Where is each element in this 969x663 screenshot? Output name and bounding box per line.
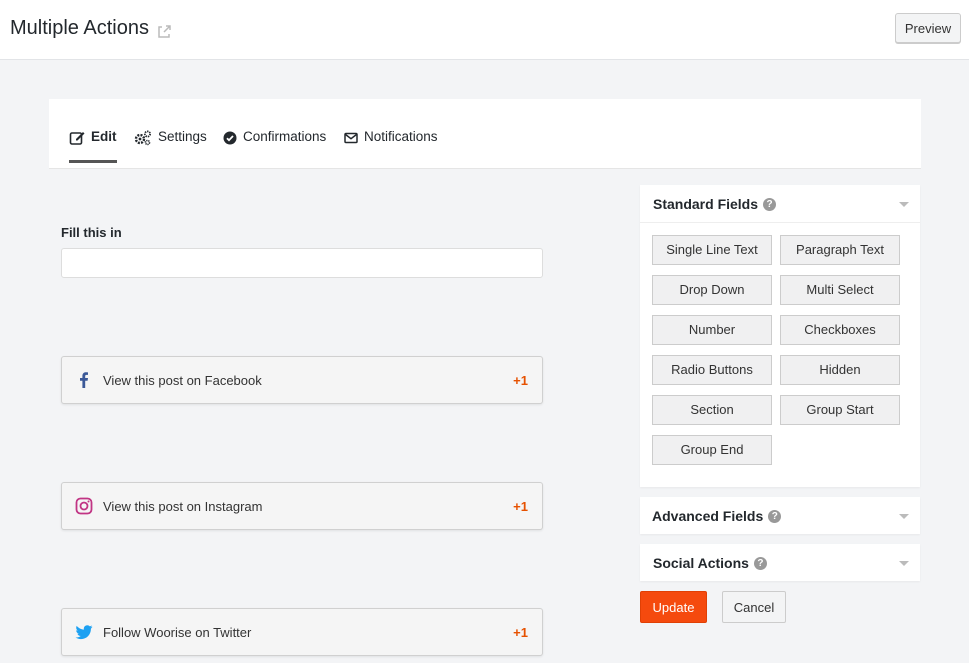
tab-settings[interactable]: Settings	[134, 129, 207, 163]
external-link-icon[interactable]	[157, 22, 171, 38]
advanced-fields-header[interactable]: Advanced Fields ?	[640, 497, 920, 534]
page-title: Multiple Actions	[10, 17, 171, 40]
action-facebook[interactable]: View this post on Facebook +1	[61, 356, 543, 404]
chevron-down-icon[interactable]	[899, 561, 909, 566]
field-button-checkboxes[interactable]: Checkboxes	[780, 315, 900, 345]
standard-fields-panel: Standard Fields ? Single Line Text Parag…	[640, 185, 920, 487]
standard-fields-header[interactable]: Standard Fields ?	[640, 185, 920, 222]
panel-title: Standard Fields	[653, 196, 759, 212]
field-button-group-start[interactable]: Group Start	[780, 395, 900, 425]
preview-button[interactable]: Preview	[895, 13, 961, 43]
field-button-radio-buttons[interactable]: Radio Buttons	[652, 355, 772, 385]
help-icon[interactable]: ?	[763, 197, 777, 211]
social-actions-header[interactable]: Social Actions ?	[640, 544, 920, 581]
instagram-icon	[75, 497, 93, 515]
action-points: +1	[513, 625, 528, 640]
tab-edit[interactable]: Edit	[69, 129, 117, 163]
action-instagram[interactable]: View this post on Instagram +1	[61, 482, 543, 530]
tab-label: Settings	[158, 129, 207, 144]
chevron-down-icon[interactable]	[899, 202, 909, 207]
twitter-icon	[75, 625, 93, 640]
fill-in-input[interactable]	[61, 248, 543, 278]
page-title-text: Multiple Actions	[10, 17, 149, 39]
top-bar: Multiple Actions Preview	[0, 0, 969, 60]
help-icon[interactable]: ?	[768, 509, 782, 523]
field-button-single-line-text[interactable]: Single Line Text	[652, 235, 772, 265]
social-actions-panel[interactable]: Social Actions ?	[640, 544, 920, 581]
field-label: Fill this in	[61, 225, 122, 240]
help-icon[interactable]: ?	[753, 556, 767, 570]
envelope-icon	[344, 132, 358, 144]
action-label: View this post on Facebook	[103, 373, 262, 388]
tab-label: Edit	[91, 129, 117, 144]
edit-icon	[69, 132, 85, 145]
gears-icon	[134, 130, 151, 146]
tab-confirmations[interactable]: Confirmations	[223, 129, 326, 163]
facebook-icon	[80, 372, 88, 388]
tab-notifications[interactable]: Notifications	[344, 129, 438, 163]
check-circle-icon	[223, 131, 237, 145]
advanced-fields-panel[interactable]: Advanced Fields ?	[640, 497, 920, 534]
tabs-panel: Edit Settings Confirmations Notification…	[49, 99, 921, 169]
field-button-multi-select[interactable]: Multi Select	[780, 275, 900, 305]
field-button-group-end[interactable]: Group End	[652, 435, 772, 465]
tab-label: Notifications	[364, 129, 438, 144]
field-button-paragraph-text[interactable]: Paragraph Text	[780, 235, 900, 265]
field-button-hidden[interactable]: Hidden	[780, 355, 900, 385]
action-twitter[interactable]: Follow Woorise on Twitter +1	[61, 608, 543, 656]
panel-title: Social Actions	[653, 555, 749, 571]
update-button[interactable]: Update	[640, 591, 707, 623]
divider	[640, 222, 920, 223]
field-button-section[interactable]: Section	[652, 395, 772, 425]
chevron-down-icon[interactable]	[899, 514, 909, 519]
panel-title: Advanced Fields	[652, 508, 764, 524]
field-button-number[interactable]: Number	[652, 315, 772, 345]
cancel-button[interactable]: Cancel	[722, 591, 786, 623]
tab-label: Confirmations	[243, 129, 327, 144]
action-label: Follow Woorise on Twitter	[103, 625, 252, 640]
action-points: +1	[513, 373, 528, 388]
action-label: View this post on Instagram	[103, 499, 263, 514]
field-button-drop-down[interactable]: Drop Down	[652, 275, 772, 305]
action-points: +1	[513, 499, 528, 514]
